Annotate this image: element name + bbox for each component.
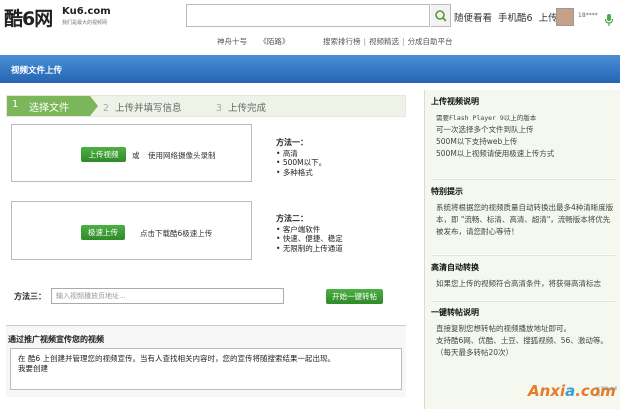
promo-box: 在 酷6 上创建并管理您的视频宣传。当有人查找相关内容时，您的宣传将随搜索结果一… xyxy=(10,348,402,390)
download-fast-upload-link[interactable]: 点击下载酷6极速上传 xyxy=(140,228,212,239)
step-label: 选择文件 xyxy=(29,103,69,114)
method3-label: 方法三： xyxy=(14,292,46,301)
upload-notes-title: 上传视频说明 xyxy=(431,97,479,106)
link-revenue-platform[interactable]: 分成自助平台 xyxy=(408,37,453,46)
watermark-subtitle: 安下载·安卓网 xyxy=(596,386,618,397)
method2-heading: 方法二： xyxy=(276,214,308,223)
step-number: 1 xyxy=(12,99,19,110)
upload-note: 可一次选择多个文件到队上传 xyxy=(436,125,534,134)
webcam-record-link[interactable]: 使用网络摄像头录制 xyxy=(148,150,216,161)
method1-point: • 500M以下。 xyxy=(276,158,327,167)
link-video-picks[interactable]: 视频精选 xyxy=(369,37,399,46)
hd-conversion-title: 高清自动转换 xyxy=(431,263,479,272)
divider: | xyxy=(402,37,405,46)
watermark-text: Anxi xyxy=(528,382,566,400)
hot-link-shenzhou[interactable]: 神舟十号 xyxy=(217,37,247,46)
step-number: 2 xyxy=(103,103,110,114)
search-input[interactable] xyxy=(187,5,397,26)
search-box xyxy=(186,4,614,27)
upload-notes: 上传视频说明 需要Flash Player 9以上的版本 可一次选择多个文件到队… xyxy=(431,96,554,160)
avatar[interactable] xyxy=(556,8,574,26)
upload-note: 500M以上视频请使用极速上传方式 xyxy=(436,149,555,158)
logo-site-text: Ku6.com xyxy=(62,6,111,17)
step-label: 上传并填写信息 xyxy=(115,103,182,114)
special-tip-text: 系统将根据您的视频质量自动转换出最多4种清晰度版本，即 "流畅、标清、高清、超清… xyxy=(436,203,614,236)
watermark-text: a xyxy=(565,382,576,400)
method1-point: • 多种格式 xyxy=(276,167,313,177)
search-icon xyxy=(435,10,447,22)
top-nav: 随便看看 手机酷6 上传 xyxy=(454,10,561,24)
nav-random-watch[interactable]: 随便看看 xyxy=(454,13,492,24)
step-label: 上传完成 xyxy=(228,103,267,114)
special-tip-title: 特别提示 xyxy=(431,187,463,196)
repost-note: （每天最多转帖20次） xyxy=(436,348,514,357)
step-number: 3 xyxy=(216,103,223,114)
hd-conversion-text: 如果您上传的视频符合高清条件，将获得高清标志 xyxy=(436,279,601,288)
method2-point: • 客户端软件 xyxy=(276,224,321,234)
link-search-rank[interactable]: 搜索排行榜 xyxy=(323,37,361,46)
or-text: 或 xyxy=(132,151,140,160)
step-upload-info: 2 上传并填写信息 xyxy=(103,100,182,114)
username[interactable]: 18**** xyxy=(578,12,598,19)
search-button[interactable] xyxy=(431,4,451,27)
divider xyxy=(431,300,615,302)
info-sidebar: 上传视频说明 需要Flash Player 9以上的版本 可一次选择多个文件到队… xyxy=(424,90,620,409)
promo-title: 通过推广视频宣传您的视频 xyxy=(8,335,104,344)
method1-box: 上传视频 或 使用网络摄像头录制 xyxy=(11,124,252,182)
logo-main-text: 酷6网 xyxy=(4,8,53,30)
microphone-icon[interactable] xyxy=(603,13,615,27)
create-promo-link[interactable]: 我要创建 xyxy=(18,364,394,374)
divider xyxy=(431,178,615,180)
repost-notes-title: 一键转帖说明 xyxy=(431,308,479,317)
video-url-input[interactable]: 输入视频播放页地址... xyxy=(51,288,284,304)
method1-point: • 高清 xyxy=(276,148,298,158)
upload-video-button[interactable]: 上传视频 xyxy=(81,147,126,162)
page-title-bar: 视频文件上传 xyxy=(0,55,620,83)
upload-note: 500M以下支持web上传 xyxy=(436,137,518,146)
step-complete: 3 上传完成 xyxy=(216,100,266,114)
method2-box: 极速上传 点击下载酷6极速上传 xyxy=(11,201,252,260)
upload-note: 需要Flash Player 9以上的版本 xyxy=(436,114,537,122)
method2-point: • 快速、便捷、稳定 xyxy=(276,234,343,243)
repost-note: 支持酷6网、优酷、土豆、搜狐视频、56、激动等。 xyxy=(436,336,608,345)
hot-link-molu[interactable]: 《陌路》 xyxy=(259,37,289,46)
hot-links: 神舟十号 《陌路》 xyxy=(217,36,299,47)
promo-section: 通过推广视频宣传您的视频 在 酷6 上创建并管理您的视频宣传。当有人查找相关内容… xyxy=(6,325,406,397)
method2-point: • 无限制的上传通道 xyxy=(276,243,343,253)
page-title: 视频文件上传 xyxy=(11,66,63,76)
promo-description: 在 酷6 上创建并管理您的视频宣传。当有人查找相关内容时，您的宣传将随搜索结果一… xyxy=(18,354,336,363)
divider: | xyxy=(363,37,367,46)
upload-steps: 1 选择文件 2 上传并填写信息 3 上传完成 xyxy=(6,95,406,117)
fast-upload-button[interactable]: 极速上传 xyxy=(81,225,125,240)
method1-heading: 方法一： xyxy=(276,138,308,147)
sub-links: 搜索排行榜 | 视频精选 | 分成自助平台 xyxy=(323,36,453,47)
divider xyxy=(431,254,615,256)
nav-mobile[interactable]: 手机酷6 xyxy=(498,13,533,24)
ku6-logo[interactable]: 酷6网 Ku6.com 我们是最大的视频网 xyxy=(4,4,111,30)
repost-notes: 一键转帖说明 直接复制您想转帖的视频播放地址即可。 支持酷6网、优酷、土豆、搜狐… xyxy=(431,307,608,359)
nav-upload[interactable]: 上传 xyxy=(539,13,558,24)
step-select-file: 1 选择文件 xyxy=(7,96,98,116)
repost-note: 直接复制您想转帖的视频播放地址即可。 xyxy=(436,324,571,333)
logo-slogan: 我们是最大的视频网 xyxy=(62,20,108,26)
method1-info: 方法一： • 高清 • 500M以下。 • 多种格式 xyxy=(276,138,326,177)
special-tip: 特别提示 系统将根据您的视频质量自动转换出最多4种清晰度版本，即 "流畅、标清、… xyxy=(431,186,617,238)
one-click-repost-button[interactable]: 开始一键转帖 xyxy=(326,289,383,304)
hd-conversion: 高清自动转换 如果您上传的视频符合高清条件，将获得高清标志 xyxy=(431,262,601,290)
method2-info: 方法二： • 客户端软件 • 快速、便捷、稳定 • 无限制的上传通道 xyxy=(276,214,343,253)
